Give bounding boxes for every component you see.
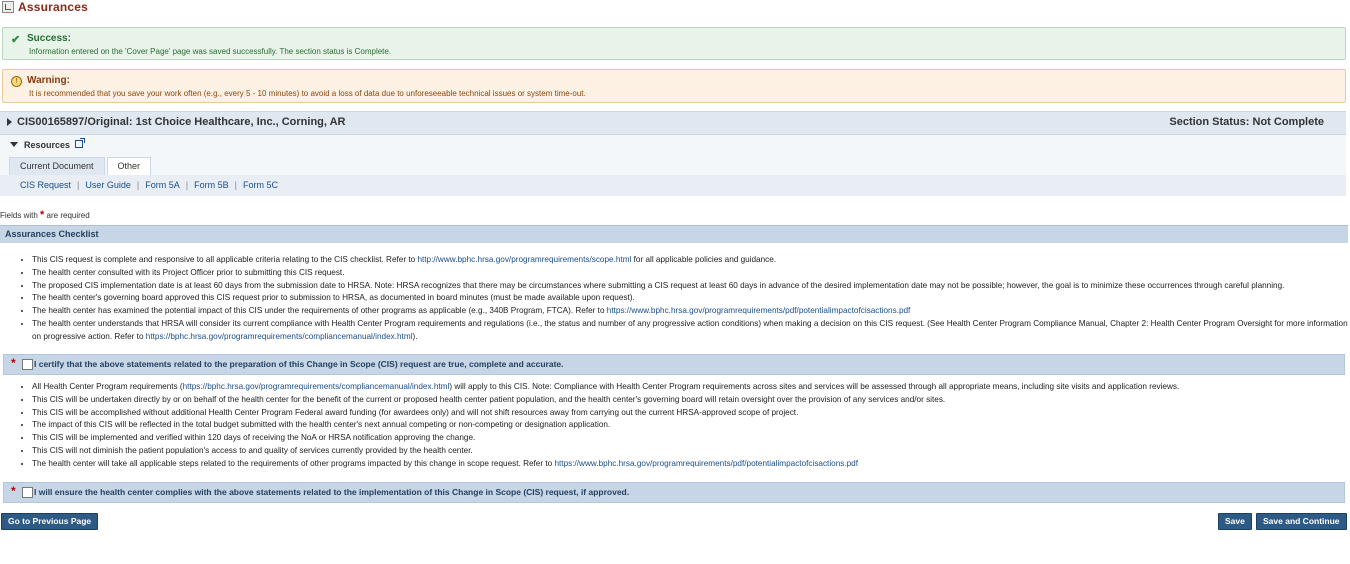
success-heading: Success: (27, 33, 71, 44)
resources-panel: Resources Current Document Other CIS Req… (0, 135, 1346, 196)
success-message: Information entered on the 'Cover Page' … (29, 47, 392, 56)
list-item: All Health Center Program requirements (… (32, 381, 1350, 394)
checklist-title: Assurances Checklist (5, 229, 99, 239)
cis-header[interactable]: CIS00165897/Original: 1st Choice Healthc… (0, 111, 1346, 135)
checkmark-icon: ✔ (11, 34, 21, 46)
save-button[interactable]: Save (1218, 513, 1252, 530)
tab-other[interactable]: Other (106, 157, 152, 175)
list-item: This CIS request is complete and respons… (32, 254, 1350, 267)
certify-preparation-row: * I certify that the above statements re… (3, 354, 1345, 375)
divider: | (234, 180, 237, 190)
warning-message: It is recommended that you save your wor… (29, 89, 586, 98)
required-note-text: are required (46, 211, 90, 220)
success-alert: ✔ Success: Information entered on the 'C… (2, 27, 1346, 60)
certify-preparation-checkbox[interactable] (22, 359, 33, 370)
warning-heading: Warning: (27, 75, 70, 86)
link-form-5b[interactable]: Form 5B (194, 180, 229, 190)
link-form-5c[interactable]: Form 5C (243, 180, 278, 190)
list-item: This CIS will be accomplished without ad… (32, 407, 1350, 420)
scope-link[interactable]: http://www.bphc.hrsa.gov/programrequirem… (417, 255, 631, 264)
certify-implementation-checkbox[interactable] (22, 487, 33, 498)
compliance-manual-link[interactable]: https://bphc.hrsa.gov/programrequirement… (146, 332, 413, 341)
divider: | (185, 180, 189, 190)
external-link-icon[interactable] (75, 138, 85, 148)
impact-link[interactable]: https://www.bphc.hrsa.gov/programrequire… (607, 306, 911, 315)
document-icon (2, 1, 14, 13)
checklist-header: Assurances Checklist (0, 225, 1348, 243)
cis-title: CIS00165897/Original: 1st Choice Healthc… (17, 116, 346, 128)
warning-alert: ! Warning: It is recommended that you sa… (2, 69, 1346, 103)
required-star: * (40, 209, 45, 221)
tab-current-document[interactable]: Current Document (9, 157, 105, 175)
previous-page-button[interactable]: Go to Previous Page (1, 513, 99, 530)
resources-tabs: Current Document Other (9, 157, 152, 175)
list-item: The health center's governing board appr… (32, 292, 1350, 305)
page-header: Assurances (2, 0, 88, 14)
required-fields-note: Fields with * are required (0, 209, 90, 221)
certify-implementation-label[interactable]: I will ensure the health center complies… (34, 487, 629, 497)
warning-icon: ! (11, 76, 22, 87)
collapse-arrow-icon[interactable] (10, 142, 18, 147)
list-item: The proposed CIS implementation date is … (32, 280, 1350, 293)
divider: | (136, 180, 140, 190)
expand-arrow-icon[interactable] (7, 118, 12, 126)
list-item: The health center will take all applicab… (32, 458, 1350, 471)
assurance-list-implementation: All Health Center Program requirements (… (20, 381, 1350, 471)
divider: | (77, 180, 80, 190)
compliance-manual-link[interactable]: https://bphc.hrsa.gov/programrequirement… (183, 382, 450, 391)
section-status: Section Status: Not Complete (1169, 116, 1324, 128)
link-user-guide[interactable]: User Guide (85, 180, 131, 190)
list-item: This CIS will not diminish the patient p… (32, 445, 1350, 458)
page-title: Assurances (18, 0, 89, 14)
required-star: * (11, 356, 16, 370)
required-star: * (11, 484, 16, 498)
list-item: The health center understands that HRSA … (32, 318, 1350, 344)
certify-preparation-label[interactable]: I certify that the above statements rela… (34, 359, 564, 369)
list-item: The health center has examined the poten… (32, 305, 1350, 318)
list-item: This CIS will be undertaken directly by … (32, 394, 1350, 407)
list-item: This CIS will be implemented and verifie… (32, 432, 1350, 445)
resources-label[interactable]: Resources (24, 140, 70, 150)
save-and-continue-button[interactable]: Save and Continue (1256, 513, 1347, 530)
resource-links: CIS Request | User Guide | Form 5A | For… (20, 180, 278, 190)
link-form-5a[interactable]: Form 5A (145, 180, 180, 190)
assurance-list-preparation: This CIS request is complete and respons… (20, 254, 1350, 344)
impact-link[interactable]: https://www.bphc.hrsa.gov/programrequire… (554, 459, 858, 468)
link-cis-request[interactable]: CIS Request (20, 180, 71, 190)
list-item: The health center consulted with its Pro… (32, 267, 1350, 280)
certify-implementation-row: * I will ensure the health center compli… (3, 482, 1345, 503)
required-note-text: Fields with (0, 211, 38, 220)
list-item: The impact of this CIS will be reflected… (32, 419, 1350, 432)
